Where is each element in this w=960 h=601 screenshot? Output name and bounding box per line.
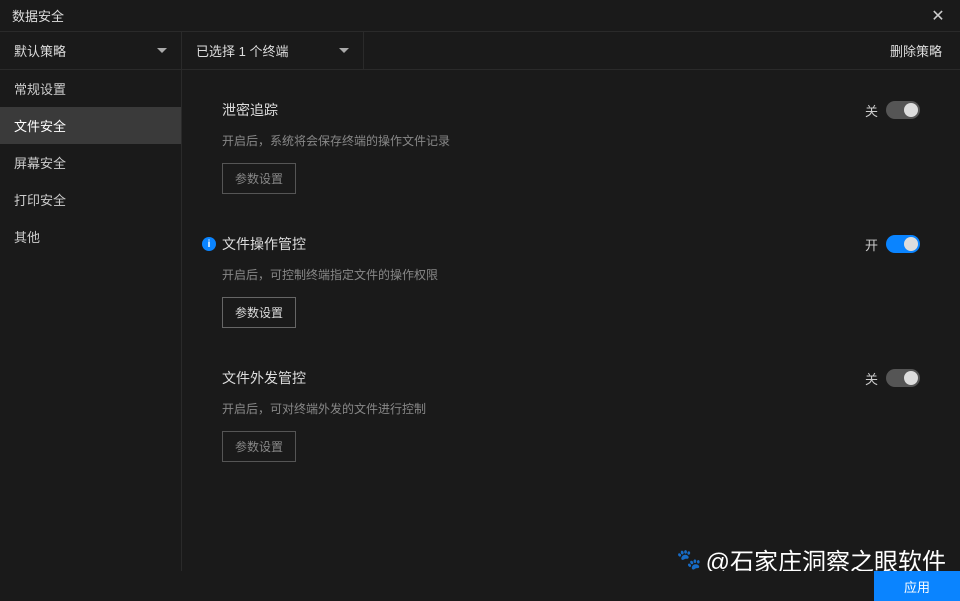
info-icon: i bbox=[202, 237, 216, 251]
setting-description: 开启后，系统将会保存终端的操作文件记录 bbox=[222, 132, 920, 149]
sidebar-item-print-security[interactable]: 打印安全 bbox=[0, 181, 181, 218]
sidebar-item-label: 文件安全 bbox=[14, 116, 66, 135]
setting-description: 开启后，可对终端外发的文件进行控制 bbox=[222, 400, 920, 417]
setting-file-operation-control: i 文件操作管控 开 开启后，可控制终端指定文件的操作权限 参数设置 bbox=[222, 234, 920, 328]
content-area: 泄密追踪 关 开启后，系统将会保存终端的操作文件记录 参数设置 i 文件操作管控 bbox=[182, 70, 960, 571]
setting-title: 文件外发管控 bbox=[222, 368, 306, 388]
bottom-bar: 应用 bbox=[0, 571, 960, 601]
terminal-dropdown[interactable]: 已选择 1 个终端 bbox=[182, 32, 364, 69]
chevron-down-icon bbox=[339, 48, 349, 53]
toolbar: 默认策略 已选择 1 个终端 删除策略 bbox=[0, 32, 960, 70]
param-settings-button[interactable]: 参数设置 bbox=[222, 163, 296, 194]
toggle-label: 关 bbox=[865, 369, 878, 388]
sidebar-item-label: 屏幕安全 bbox=[14, 153, 66, 172]
setting-file-outgoing-control: 文件外发管控 关 开启后，可对终端外发的文件进行控制 参数设置 bbox=[222, 368, 920, 462]
setting-leak-tracking: 泄密追踪 关 开启后，系统将会保存终端的操作文件记录 参数设置 bbox=[222, 100, 920, 194]
delete-policy-label: 删除策略 bbox=[890, 41, 942, 60]
main-area: 常规设置 文件安全 屏幕安全 打印安全 其他 泄密追踪 关 bbox=[0, 70, 960, 571]
toggle-switch[interactable] bbox=[886, 235, 920, 253]
toggle-label: 关 bbox=[865, 101, 878, 120]
sidebar-item-label: 打印安全 bbox=[14, 190, 66, 209]
toggle-switch[interactable] bbox=[886, 101, 920, 119]
sidebar: 常规设置 文件安全 屏幕安全 打印安全 其他 bbox=[0, 70, 182, 571]
sidebar-item-other[interactable]: 其他 bbox=[0, 218, 181, 255]
setting-title: 泄密追踪 bbox=[222, 100, 278, 120]
sidebar-item-label: 其他 bbox=[14, 227, 40, 246]
chevron-down-icon bbox=[157, 48, 167, 53]
close-icon[interactable]: ✕ bbox=[928, 6, 948, 26]
titlebar: 数据安全 ✕ bbox=[0, 0, 960, 32]
sidebar-item-general[interactable]: 常规设置 bbox=[0, 70, 181, 107]
policy-dropdown-label: 默认策略 bbox=[14, 41, 66, 60]
param-settings-button[interactable]: 参数设置 bbox=[222, 297, 296, 328]
param-settings-button[interactable]: 参数设置 bbox=[222, 431, 296, 462]
terminal-dropdown-label: 已选择 1 个终端 bbox=[196, 41, 288, 60]
toggle-label: 开 bbox=[865, 235, 878, 254]
sidebar-item-label: 常规设置 bbox=[14, 79, 66, 98]
window-title: 数据安全 bbox=[12, 6, 64, 25]
policy-dropdown[interactable]: 默认策略 bbox=[0, 32, 182, 69]
apply-button[interactable]: 应用 bbox=[874, 571, 960, 601]
sidebar-item-screen-security[interactable]: 屏幕安全 bbox=[0, 144, 181, 181]
delete-policy-button[interactable]: 删除策略 bbox=[872, 32, 960, 69]
toggle-switch[interactable] bbox=[886, 369, 920, 387]
sidebar-item-file-security[interactable]: 文件安全 bbox=[0, 107, 181, 144]
setting-title: 文件操作管控 bbox=[222, 234, 306, 254]
setting-description: 开启后，可控制终端指定文件的操作权限 bbox=[222, 266, 920, 283]
